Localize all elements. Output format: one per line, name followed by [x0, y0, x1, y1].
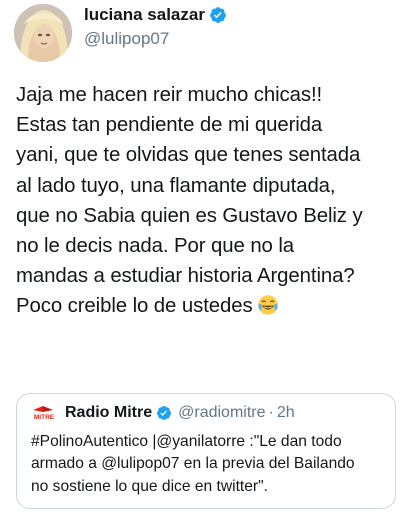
tweet: luciana salazar @lulipop07 Jaja me hacen… [0, 0, 406, 524]
author-avatar[interactable] [14, 4, 72, 62]
face-with-tears-of-joy-icon [257, 295, 278, 316]
author-handle[interactable]: @lulipop07 [84, 29, 227, 49]
radio-mitre-logo: MITRE [33, 406, 55, 421]
quoted-tweet-text: #PolinoAutentico |@yanilatorre :"Le dan … [31, 433, 355, 495]
quoted-tweet-header: MITRE Radio Mitre @radiomitre · 2h [31, 404, 295, 422]
radio-mitre-logo-text: MITRE [34, 414, 55, 421]
author-display-name[interactable]: luciana salazar [84, 5, 205, 25]
author-name-row: luciana salazar [84, 4, 227, 26]
author-info: luciana salazar @lulipop07 [84, 4, 227, 49]
tweet-text-content: Jaja me hacen reir mucho chicas!! Estas … [16, 84, 363, 318]
quoted-handle[interactable]: @radiomitre [178, 404, 265, 422]
quoted-display-name[interactable]: Radio Mitre [65, 404, 152, 422]
quoted-separator: · [268, 404, 274, 421]
tweet-text: Jaja me hacen reir mucho chicas!! Estas … [16, 80, 400, 322]
quoted-tweet[interactable]: MITRE Radio Mitre @radiomitre · 2h #Poli… [16, 393, 396, 509]
avatar-image [14, 4, 72, 62]
quoted-timestamp[interactable]: 2h [277, 404, 295, 422]
verified-badge-icon [210, 7, 226, 23]
quoted-verified-badge-icon [157, 406, 172, 420]
